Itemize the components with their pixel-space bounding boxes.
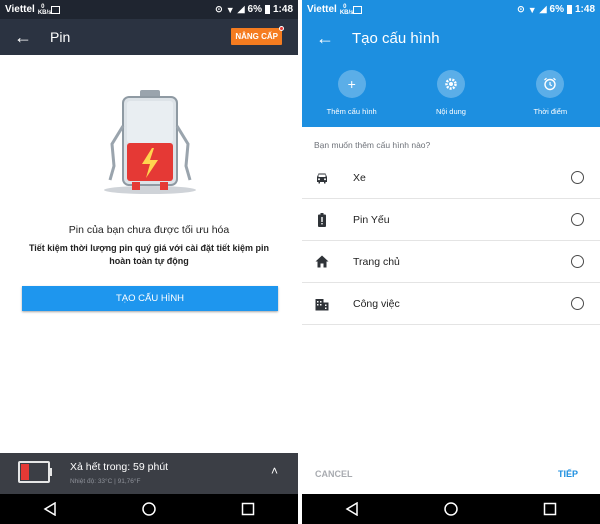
status-bar: Viettel 0 KB/s ⊙ ▼ ◢ 6% 1:48 (0, 0, 298, 19)
data-rate: 0 KB/s (37, 3, 52, 16)
nav-home-button[interactable] (119, 494, 179, 524)
system-nav-bar (0, 494, 298, 524)
signal-icon: ◢ (539, 4, 547, 14)
option-low-battery[interactable]: Pin Yếu (302, 199, 600, 241)
clock: 1:48 (574, 4, 595, 15)
page-title: Pin (50, 29, 71, 45)
option-work[interactable]: Công việc (302, 283, 600, 325)
home-icon (314, 254, 330, 270)
battery-icon (264, 5, 270, 14)
nav-back-button[interactable] (322, 494, 382, 524)
option-label: Xe (353, 171, 366, 184)
carrier-name: Viettel (307, 4, 337, 15)
chevron-up-icon[interactable]: ˄ (271, 464, 278, 478)
clock: 1:48 (272, 4, 293, 15)
radio-button[interactable] (571, 297, 584, 310)
wifi-icon: ▼ (527, 4, 537, 15)
battery-nub (50, 468, 52, 476)
data-rate: 0 KB/s (339, 3, 354, 16)
battery-status-panel[interactable]: Xả hết trong: 59 phút Nhiệt độ: 33°C | 9… (0, 453, 298, 494)
time-action[interactable]: Thời điểm (501, 57, 600, 127)
battery-percent: 6% (549, 4, 564, 15)
profile-actions: + Thêm cấu hình Nội dung Thời điểm (302, 57, 600, 127)
car-icon (314, 170, 330, 186)
toolbar: ← Pin NÂNG CẤP (0, 19, 298, 55)
option-label: Công việc (353, 297, 400, 310)
action-label: Nội dung (435, 107, 466, 116)
nav-back-icon (43, 502, 56, 516)
content-action[interactable]: Nội dung (401, 57, 500, 127)
nav-back-icon (345, 502, 358, 516)
nav-recents-button[interactable] (218, 494, 278, 524)
battery-icon (566, 5, 572, 14)
alarm-clock-icon (536, 70, 565, 98)
system-nav-bar (302, 494, 600, 524)
image-notification-icon (352, 5, 362, 14)
dialog-footer: CANCEL TIẾP (302, 464, 600, 486)
next-button[interactable]: TIẾP (558, 469, 578, 479)
option-label: Trang chủ (353, 255, 400, 268)
option-car[interactable]: Xe (302, 157, 600, 199)
building-icon (314, 296, 330, 312)
nav-home-icon (142, 502, 156, 516)
add-profile-action[interactable]: + Thêm cấu hình (302, 57, 401, 127)
create-profile-button[interactable]: TẠO CẤU HÌNH (22, 286, 278, 311)
status-bar: Viettel 0 KB/s ⊙ ▼ ◢ 6% 1:48 (302, 0, 600, 19)
carrier-name: Viettel (5, 4, 35, 15)
optimization-message-body: Tiết kiệm thời lượng pin quý giá với cài… (28, 243, 270, 266)
option-label: Pin Yếu (353, 213, 390, 226)
upgrade-button[interactable]: NÂNG CẤP (231, 26, 284, 45)
sad-battery-illustration (104, 90, 196, 194)
image-notification-icon (50, 5, 60, 14)
left-phone-screen: Viettel 0 KB/s ⊙ ▼ ◢ 6% 1:48 ← Pin NÂNG … (0, 0, 298, 524)
action-label: Thời điểm (533, 107, 568, 116)
nav-recents-button[interactable] (520, 494, 580, 524)
profile-question: Bạn muốn thêm cấu hình nào? (314, 140, 431, 150)
nav-back-button[interactable] (20, 494, 80, 524)
signal-icon: ◢ (237, 4, 245, 14)
nav-recents-icon (544, 502, 557, 516)
wifi-icon: ▼ (225, 4, 235, 15)
option-home[interactable]: Trang chủ (302, 241, 600, 283)
nav-recents-icon (242, 502, 255, 516)
optimization-message-title: Pin của bạn chưa được tối ưu hóa (68, 224, 230, 236)
sync-icon: ⊙ (517, 4, 525, 14)
action-label: Thêm cấu hình (326, 107, 377, 116)
gear-icon (436, 70, 465, 98)
right-phone-screen: Viettel 0 KB/s ⊙ ▼ ◢ 6% 1:48 ← Tạo cấu h… (302, 0, 600, 524)
radio-button[interactable] (571, 213, 584, 226)
radio-button[interactable] (571, 255, 584, 268)
battery-level-icon (18, 461, 50, 483)
plus-icon: + (337, 70, 366, 98)
upgrade-label: NÂNG CẤP (235, 32, 278, 41)
battery-percent: 6% (247, 4, 262, 15)
back-arrow-icon[interactable]: ← (14, 28, 36, 46)
low-battery-icon (314, 212, 330, 228)
discharge-time: Xả hết trong: 59 phút (70, 461, 169, 473)
notification-dot (279, 26, 284, 31)
temperature-text: Nhiệt độ: 33°C | 91,76°F (70, 478, 141, 485)
back-arrow-icon[interactable]: ← (316, 29, 338, 47)
nav-home-icon (444, 502, 458, 516)
page-title: Tạo cấu hình (352, 29, 440, 47)
nav-home-button[interactable] (421, 494, 481, 524)
radio-button[interactable] (571, 171, 584, 184)
cancel-button[interactable]: CANCEL (315, 469, 353, 479)
toolbar: ← Tạo cấu hình (302, 19, 600, 57)
sync-icon: ⊙ (215, 4, 223, 14)
